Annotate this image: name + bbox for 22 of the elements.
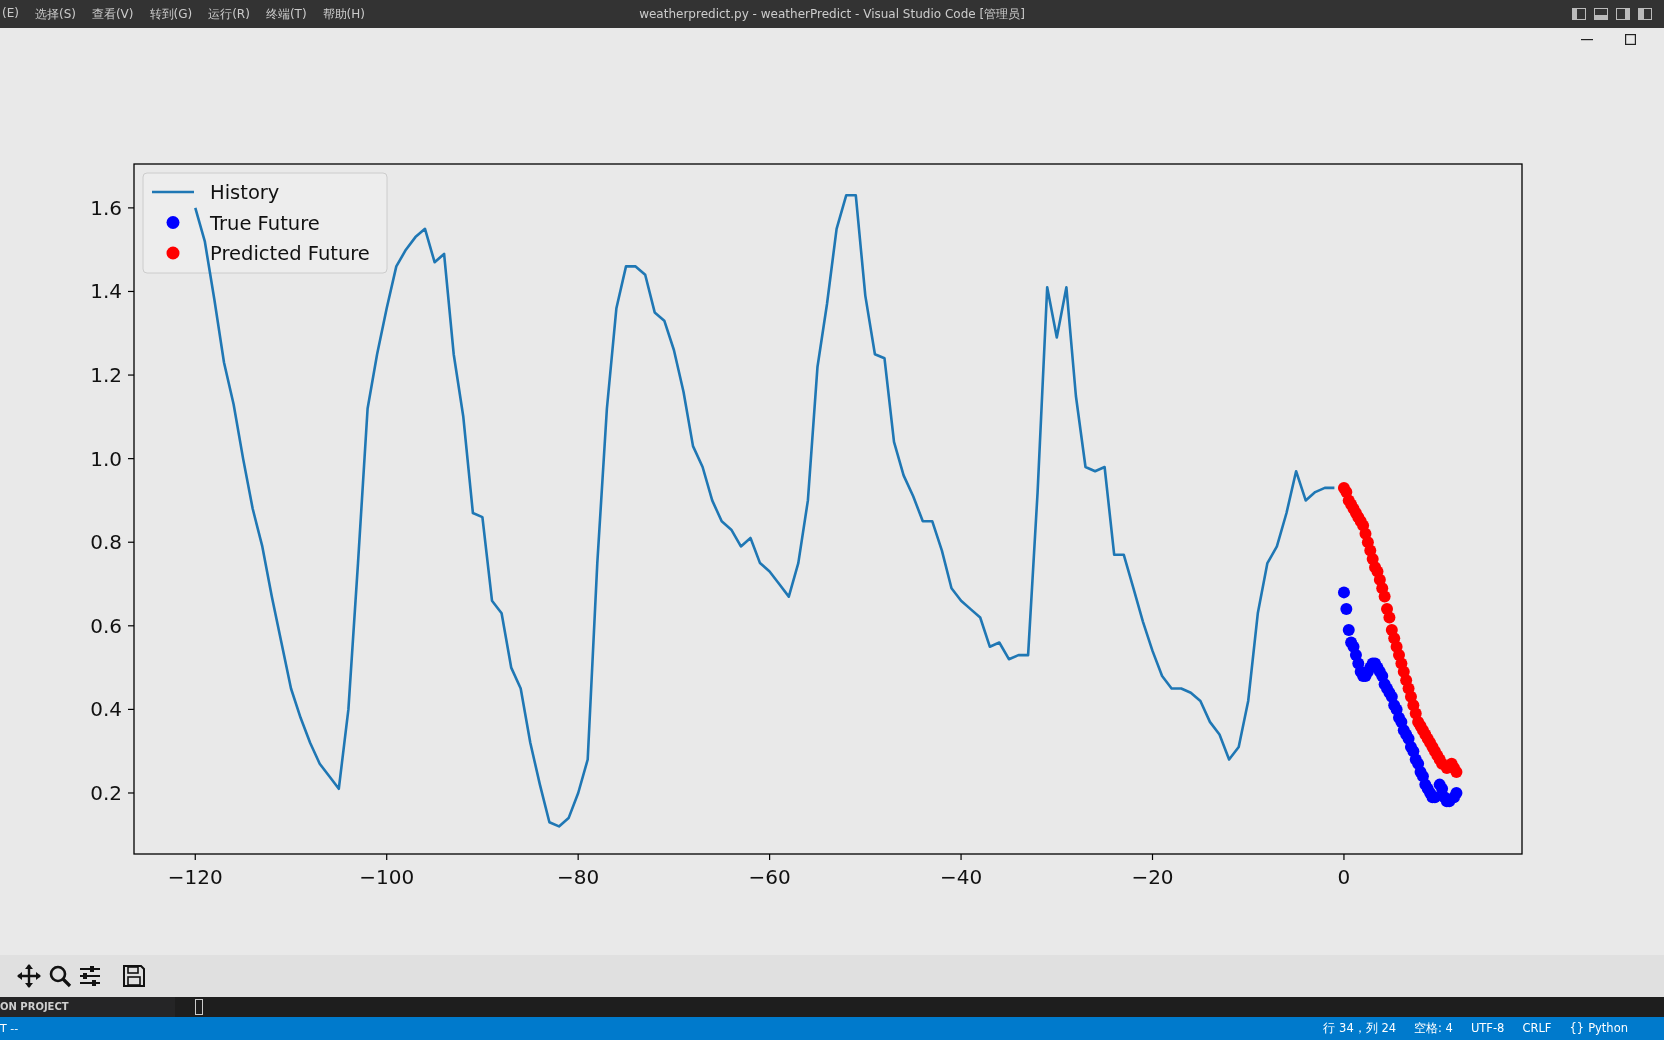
panel-header: ON PROJECT [0,997,175,1017]
axis-tick-label: 0.6 [90,613,122,638]
language-icon: {} [1569,1021,1585,1036]
axis-tick-label: 0.8 [90,530,122,555]
axis-tick-label: −120 [167,865,223,889]
axis-tick-label: 0.2 [90,781,122,805]
legend-label: True Future [210,211,320,235]
axis-tick-label: −40 [939,865,983,889]
axis-tick-label: −20 [1131,865,1174,889]
axis-tick-label: −80 [557,865,600,889]
window-title: weatherpredict.py - weatherPredict - Visual Studio Code [管理员] [639,5,1025,23]
status-text: T -- [0,1022,19,1035]
axis-tick-label: 0.4 [90,697,122,722]
axis-tick-label: 0 [1337,865,1351,889]
legend-label: Predicted Future [210,242,370,265]
axis-tick-label: −60 [748,865,791,889]
axis-tick-label: 1.4 [90,279,122,304]
axis-tick-label: 1.6 [90,195,122,220]
legend-label: History [210,181,280,204]
axis-tick-label: 1.0 [90,446,122,471]
axis-tick-label: −100 [359,865,415,889]
axis-tick-label: 1.2 [90,363,122,388]
